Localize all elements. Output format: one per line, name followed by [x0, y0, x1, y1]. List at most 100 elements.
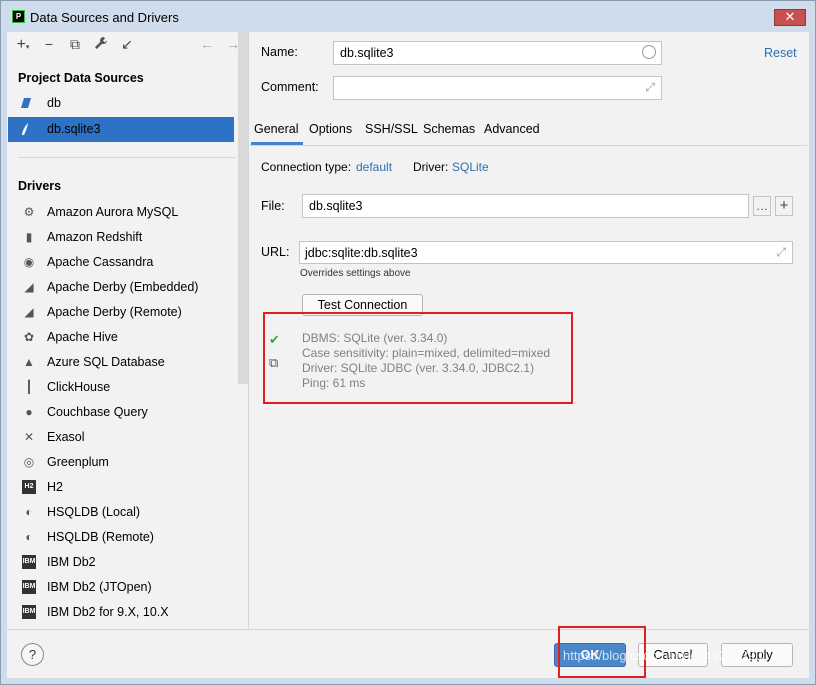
exasol-icon: ✕: [23, 430, 35, 444]
overrides-note: Overrides settings above: [300, 268, 411, 279]
close-button[interactable]: ✕: [774, 9, 806, 26]
driver-item[interactable]: ⚙ Amazon Aurora MySQL: [8, 200, 234, 225]
driver-item[interactable]: ◎ Greenplum: [8, 450, 234, 475]
connection-type-link[interactable]: default: [356, 160, 392, 174]
back-arrow-icon[interactable]: ←: [199, 36, 215, 52]
driver-label: H2: [47, 480, 63, 494]
name-value: db.sqlite3: [340, 46, 394, 60]
driver-label: Exasol: [47, 430, 85, 444]
footer-divider: [7, 629, 809, 630]
aurora-icon: ⚙: [23, 205, 35, 219]
greenplum-icon: ◎: [23, 455, 35, 469]
driver-item[interactable]: IBM IBM Db2: [8, 550, 234, 575]
driver-link[interactable]: SQLite: [452, 160, 489, 174]
derby-icon: ◢: [24, 305, 34, 319]
color-circle-icon[interactable]: [642, 45, 656, 59]
driver-label: Apache Derby (Remote): [47, 305, 182, 319]
driver-label: IBM Db2 for 9.X, 10.X: [47, 605, 169, 619]
driver-label: Apache Cassandra: [47, 255, 154, 269]
driver-item[interactable]: ▮ Amazon Redshift: [8, 225, 234, 250]
ibm-icon: IBM: [22, 580, 36, 594]
driver-label: Apache Hive: [47, 330, 118, 344]
driver-label: Apache Derby (Embedded): [47, 280, 199, 294]
driver-label: Amazon Aurora MySQL: [47, 205, 179, 219]
driver-item[interactable]: IBM IBM Db2 for 9.X, 10.X: [8, 600, 234, 625]
reset-link[interactable]: Reset: [764, 46, 797, 60]
hsqldb-icon: ◐: [25, 530, 33, 544]
divider: [18, 157, 236, 158]
wrench-icon[interactable]: [93, 36, 109, 52]
driver-item[interactable]: H2 H2: [8, 475, 234, 500]
driver-label: Greenplum: [47, 455, 109, 469]
connection-type-label: Connection type:: [261, 160, 352, 174]
driver-item[interactable]: ◢ Apache Derby (Remote): [8, 300, 234, 325]
left-scrollbar[interactable]: [238, 32, 248, 384]
expand-icon[interactable]: ⤢: [776, 245, 786, 260]
tab-ssh-ssl[interactable]: SSH/SSL: [365, 122, 418, 136]
add-icon[interactable]: +▾: [15, 36, 31, 53]
help-button[interactable]: ?: [21, 643, 44, 666]
h2-icon: H2: [22, 480, 36, 494]
driver-item[interactable]: ◐ HSQLDB (Local): [8, 500, 234, 525]
driver-label: Driver:: [413, 160, 449, 174]
expand-icon[interactable]: ⤢: [645, 80, 655, 95]
hive-icon: ✿: [23, 330, 35, 344]
driver-item[interactable]: ◉ Apache Cassandra: [8, 250, 234, 275]
driver-label: IBM Db2 (JTOpen): [47, 580, 152, 594]
watermark: https://blog.csdn.net/qq_49236390: [563, 648, 763, 663]
driver-label: HSQLDB (Remote): [47, 530, 154, 544]
add-file-button[interactable]: +: [775, 196, 793, 216]
tab-general[interactable]: General: [254, 122, 298, 136]
driver-label: Azure SQL Database: [47, 355, 165, 369]
file-label: File:: [261, 199, 285, 213]
window-title: Data Sources and Drivers: [30, 10, 179, 25]
hsqldb-icon: ◐: [25, 505, 33, 519]
driver-label: Amazon Redshift: [47, 230, 143, 244]
driver-item[interactable]: ▲ Azure SQL Database: [8, 350, 234, 375]
clickhouse-icon: ┃: [25, 380, 33, 394]
comment-label: Comment:: [261, 80, 319, 94]
driver-item[interactable]: IBM IBM Db2 (JTOpen): [8, 575, 234, 600]
duplicate-icon[interactable]: ⧉: [67, 36, 83, 52]
cassandra-icon: ◉: [23, 255, 35, 269]
import-icon[interactable]: ↙: [119, 36, 135, 52]
tab-schemas[interactable]: Schemas: [423, 122, 475, 136]
driver-label: IBM Db2: [47, 555, 96, 569]
driver-item[interactable]: ◢ Apache Derby (Embedded): [8, 275, 234, 300]
driver-item[interactable]: ┃ ClickHouse: [8, 375, 234, 400]
name-label: Name:: [261, 45, 298, 59]
datasource-icon: [21, 98, 31, 108]
pycharm-app-icon: P: [12, 10, 25, 23]
azure-icon: ▲: [23, 355, 35, 369]
drivers-header: Drivers: [18, 179, 62, 193]
driver-label: ClickHouse: [47, 380, 111, 394]
tree-item-db[interactable]: db: [8, 91, 234, 116]
panel-divider[interactable]: [248, 32, 249, 629]
couchbase-icon: ●: [25, 405, 33, 419]
driver-item[interactable]: ● Couchbase Query: [8, 400, 234, 425]
driver-item[interactable]: ◐ HSQLDB (Remote): [8, 525, 234, 550]
url-label: URL:: [261, 245, 290, 259]
sqlite-icon: [22, 123, 28, 135]
file-value: db.sqlite3: [309, 199, 363, 213]
project-data-sources-header: Project Data Sources: [18, 71, 144, 85]
comment-input[interactable]: ⤢: [333, 76, 662, 100]
tab-advanced[interactable]: Advanced: [484, 122, 540, 136]
ibm-icon: IBM: [22, 605, 36, 619]
derby-icon: ◢: [24, 280, 34, 294]
tree-item-db-sqlite3[interactable]: db.sqlite3: [8, 117, 234, 142]
highlight-result-box: [263, 312, 573, 404]
name-input[interactable]: db.sqlite3: [333, 41, 662, 65]
file-input[interactable]: db.sqlite3: [302, 194, 749, 218]
ibm-icon: IBM: [22, 555, 36, 569]
url-value: jdbc:sqlite:db.sqlite3: [305, 246, 418, 260]
tabs-divider: [249, 145, 807, 146]
browse-button[interactable]: …: [753, 196, 771, 216]
driver-item[interactable]: ✕ Exasol: [8, 425, 234, 450]
tab-options[interactable]: Options: [309, 122, 352, 136]
redshift-icon: ▮: [25, 230, 33, 244]
driver-label: Couchbase Query: [47, 405, 148, 419]
remove-icon[interactable]: −: [41, 36, 57, 52]
driver-item[interactable]: ✿ Apache Hive: [8, 325, 234, 350]
url-input[interactable]: jdbc:sqlite:db.sqlite3 ⤢: [299, 241, 793, 264]
